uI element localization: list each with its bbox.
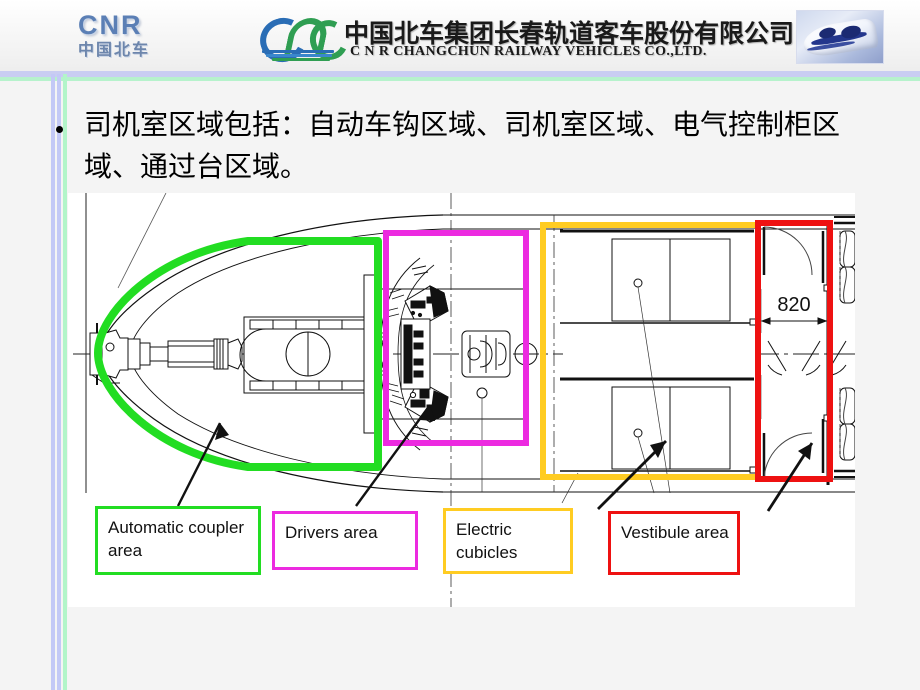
cnr-logo-english: CNR (78, 10, 143, 40)
cnr-logo-icon: CNR 中国北车 (78, 12, 218, 62)
crc-speed-bar-1 (262, 50, 334, 53)
slide: CNR 中国北车 中国北车集团长春轨道客车股份有限公司 C N R CHANGC… (0, 0, 920, 690)
crc-speed-bar-3 (272, 58, 330, 61)
company-name-english: C N R CHANGCHUN RAILWAY VEHICLES CO.,LTD… (350, 44, 707, 59)
technical-drawing-panel: 820 Automatic coupler area Drivers area … (68, 193, 855, 607)
highlight-vestibule-area (755, 220, 833, 482)
dimension-820-label: 820 (777, 294, 810, 316)
legend-box-automatic-coupler-area: Automatic coupler area (95, 506, 261, 575)
bullet-text: 司机室区域包括：自动车钩区域、司机室区域、电气控制柜区域、通过台区域。 (84, 108, 841, 183)
cnr-logo-chinese: 中国北车 (78, 40, 151, 59)
slide-header: CNR 中国北车 中国北车集团长春轨道客车股份有限公司 C N R CHANGC… (0, 0, 920, 74)
guide-line-green (63, 74, 67, 690)
legend-box-drivers-area: Drivers area (272, 511, 418, 570)
guide-line-blue-2 (57, 74, 61, 690)
legend-box-vestibule-area: Vestibule area (608, 511, 740, 575)
legend-label-automatic-coupler-area: Automatic coupler area (108, 518, 245, 560)
guide-line-blue-1 (51, 74, 55, 690)
header-divider-green (0, 77, 920, 81)
crc-speed-bar-2 (266, 54, 332, 57)
legend-label-vestibule-area: Vestibule area (621, 523, 729, 542)
legend-label-electric-cubicles: Electric cubicles (456, 520, 518, 562)
bullet-marker-icon (56, 126, 63, 133)
legend-box-electric-cubicles: Electric cubicles (443, 508, 573, 574)
high-speed-train-photo (796, 10, 884, 64)
crc-emblem-icon (254, 11, 354, 69)
legend-label-drivers-area: Drivers area (285, 523, 378, 542)
